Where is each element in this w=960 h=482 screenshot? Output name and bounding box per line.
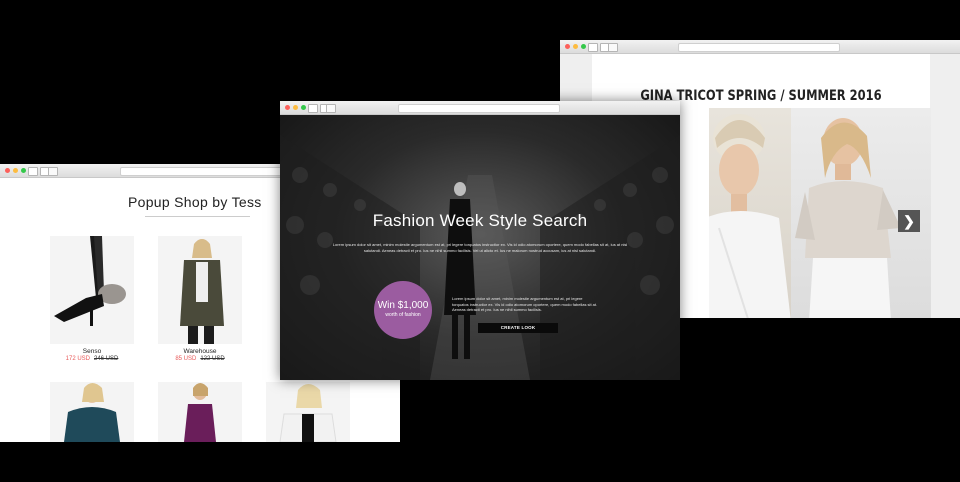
history-buttons	[588, 43, 610, 52]
maximize-window-icon[interactable]	[581, 44, 586, 49]
back-icon[interactable]	[28, 167, 38, 176]
maximize-window-icon[interactable]	[21, 168, 26, 173]
close-window-icon[interactable]	[5, 168, 10, 173]
product-price: 85 USD 122 USD	[150, 356, 250, 362]
maximize-window-icon[interactable]	[301, 105, 306, 110]
prize-badge: Win $1,000 worth of fashion	[374, 281, 432, 339]
hero-title: Fashion Week Style Search	[372, 211, 588, 230]
hero-description: Lorem ipsum dolor sit amet, minim molest…	[332, 242, 628, 253]
minimize-window-icon[interactable]	[13, 168, 18, 173]
sale-price: 85 USD	[175, 356, 197, 362]
product-image-teal-dress[interactable]	[50, 382, 134, 442]
prize-subtitle: worth of fashion	[385, 312, 421, 318]
original-price: 122 USD	[200, 356, 225, 362]
product-price: 172 USD 246 USD	[42, 356, 142, 362]
browser-toolbar	[280, 101, 680, 115]
next-slide-button[interactable]: ❯	[898, 210, 920, 232]
minimize-window-icon[interactable]	[573, 44, 578, 49]
window-controls	[565, 44, 586, 49]
product-image-purple-dress[interactable]	[158, 382, 242, 442]
product-name: Warehouse	[183, 348, 217, 355]
window-controls	[285, 105, 306, 110]
original-price: 246 USD	[94, 356, 119, 362]
sale-price: 172 USD	[65, 356, 90, 362]
back-icon[interactable]	[308, 104, 318, 113]
address-bar[interactable]	[120, 167, 282, 176]
product-image-warehouse[interactable]	[158, 236, 242, 344]
browser-window-fashion-week: Fashion Week Style Search Lorem ipsum do…	[280, 101, 680, 380]
back-icon[interactable]	[588, 43, 598, 52]
prize-description: Lorem ipsum dolor sit amet, minim molest…	[452, 296, 598, 312]
title-divider	[145, 216, 250, 217]
page-title: Popup Shop by Tess	[128, 194, 262, 210]
close-window-icon[interactable]	[285, 105, 290, 110]
history-buttons	[28, 167, 50, 176]
close-window-icon[interactable]	[565, 44, 570, 49]
product-name: Senso	[82, 348, 102, 355]
create-look-button[interactable]: CREATE LOOK	[478, 323, 558, 333]
hero-runway-image: Fashion Week Style Search Lorem ipsum do…	[280, 115, 680, 380]
model-photo-headscarf	[709, 108, 791, 318]
sidebar-toggle-icon[interactable]	[608, 43, 618, 52]
minimize-window-icon[interactable]	[293, 105, 298, 110]
browser-toolbar	[560, 40, 960, 54]
address-bar[interactable]	[678, 43, 840, 52]
window-controls	[5, 168, 26, 173]
sidebar-toggle-icon[interactable]	[48, 167, 58, 176]
address-bar[interactable]	[398, 104, 560, 113]
prize-amount: Win $1,000	[377, 300, 429, 311]
sidebar-toggle-icon[interactable]	[326, 104, 336, 113]
product-image-senso[interactable]	[50, 236, 134, 344]
product-image-white-jacket[interactable]	[266, 382, 350, 442]
